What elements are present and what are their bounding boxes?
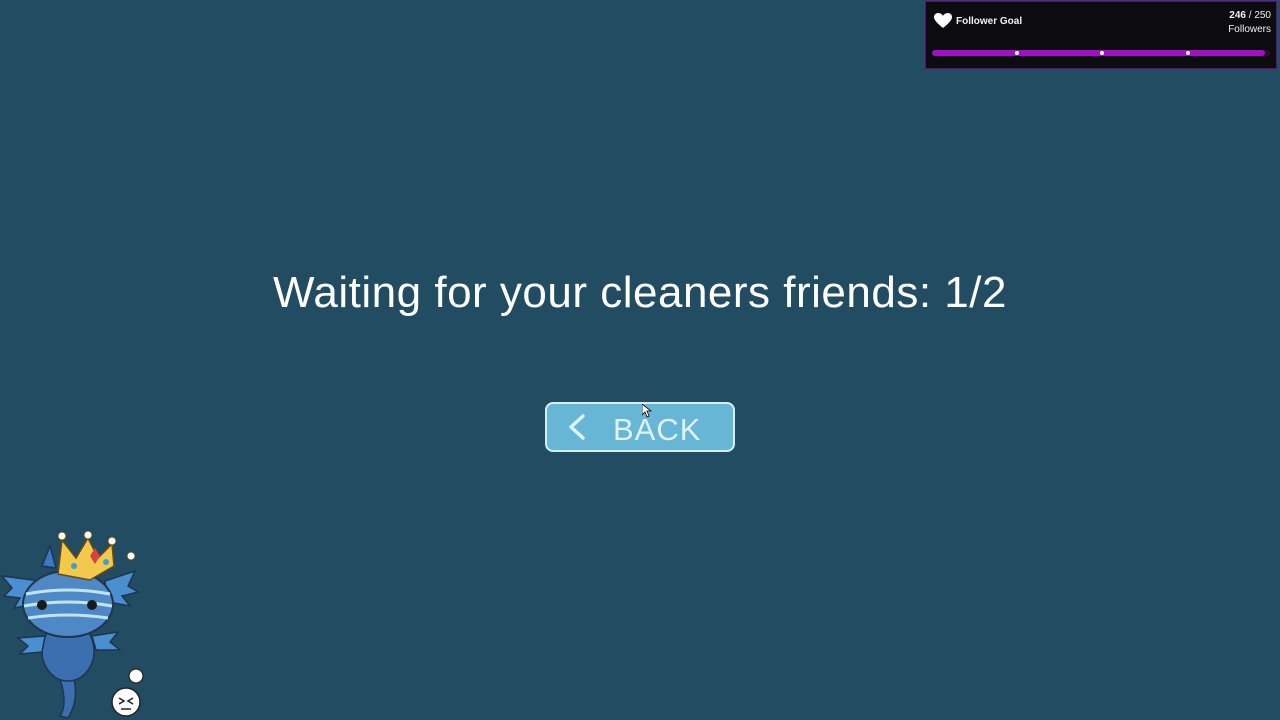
goal-progress-fill: [932, 50, 1265, 56]
back-button-label: BACK: [613, 412, 702, 447]
follower-goal-widget: Follower Goal 246 / 250 Followers: [925, 1, 1277, 69]
goal-unit: Followers: [1228, 24, 1271, 35]
dragon-mascot-image: [0, 530, 144, 719]
chevron-left-icon: [569, 414, 585, 440]
waiting-message: Waiting for your cleaners friends: 1/2: [273, 268, 1007, 317]
goal-current: 246: [1229, 10, 1246, 21]
goal-count: 246 / 250: [1229, 10, 1271, 21]
mouse-cursor-icon: [642, 404, 652, 418]
goal-milestone-marker: [1100, 51, 1104, 55]
goal-milestone-marker: [1015, 51, 1019, 55]
back-button[interactable]: BACK: [545, 402, 735, 452]
goal-milestone-marker: [1186, 51, 1190, 55]
heart-icon: [934, 13, 952, 28]
goal-title: Follower Goal: [956, 16, 1023, 27]
goal-target: 250: [1254, 10, 1271, 21]
